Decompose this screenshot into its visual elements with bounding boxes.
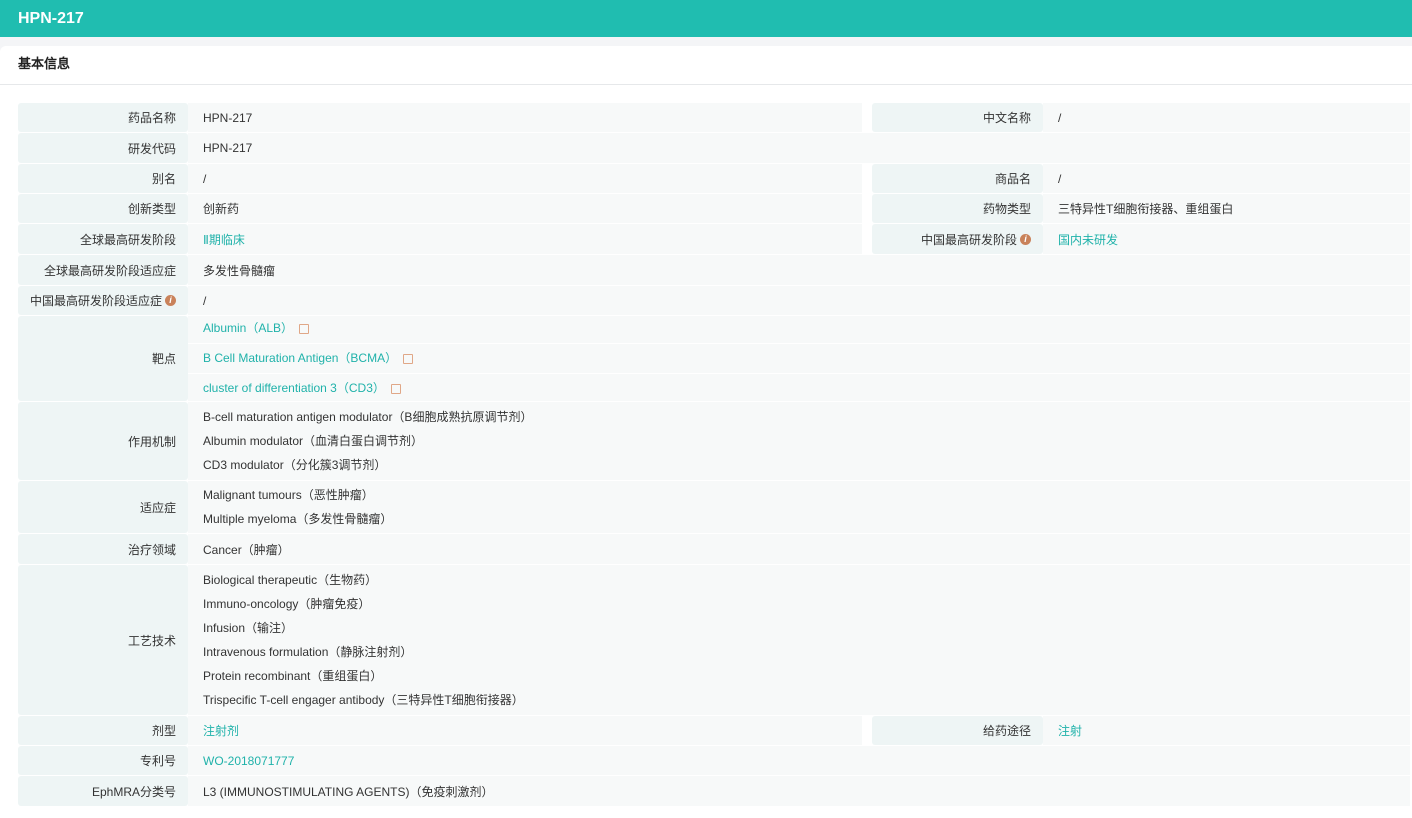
label-indications: 适应症 [18, 481, 188, 533]
route-link[interactable]: 注射 [1058, 722, 1410, 739]
label-trade-name: 商品名 [872, 164, 1043, 193]
label-drug-type: 药物类型 [872, 194, 1043, 223]
row-dev-code: 研发代码 HPN-217 [18, 133, 1410, 163]
row-drug-name: 药品名称 HPN-217 中文名称 / [18, 103, 1410, 132]
technology-item: Biological therapeutic（生物药） [203, 573, 378, 587]
label-china-stage-text: 中国最高研发阶段 [920, 232, 1017, 247]
drug-title: HPN-217 [18, 10, 84, 27]
label-drug-name: 药品名称 [18, 103, 188, 132]
value-drug-name: HPN-217 [188, 103, 862, 132]
value-chinese-name: / [1043, 103, 1410, 132]
target-link[interactable]: Albumin（ALB） [203, 321, 293, 335]
mechanism-item: CD3 modulator（分化簇3调节剂） [203, 458, 387, 472]
indication-item: Malignant tumours（恶性肿瘤） [203, 488, 374, 502]
technology-item: Trispecific T-cell engager antibody（三特异性… [203, 693, 524, 707]
info-icon[interactable]: i [1020, 233, 1031, 245]
row-indications: 适应症 Malignant tumours（恶性肿瘤） Multiple mye… [18, 481, 1410, 533]
value-dev-code: HPN-217 [188, 133, 1410, 163]
value-therapeutic-area: Cancer（肿瘤） [188, 534, 1410, 564]
row-global-indication: 全球最高研发阶段适应症 多发性骨髓瘤 [18, 255, 1410, 285]
row-therapeutic-area: 治疗领域 Cancer（肿瘤） [18, 534, 1410, 564]
technology-item: Infusion（输注） [203, 621, 294, 635]
global-stage-link[interactable]: Ⅱ期临床 [203, 231, 862, 248]
row-targets: 靶点 Albumin（ALB） B Cell Maturation Antige… [18, 316, 1410, 401]
value-alias: / [188, 164, 862, 193]
row-dosage: 剂型 注射剂 给药途径 注射 [18, 716, 1410, 745]
label-therapeutic-area: 治疗领域 [18, 534, 188, 564]
section-title: 基本信息 [0, 46, 1412, 85]
value-global-indication: 多发性骨髓瘤 [188, 255, 1410, 285]
value-ephmra: L3 (IMMUNOSTIMULATING AGENTS)（免疫刺激剂） [188, 776, 1410, 806]
value-drug-type: 三特异性T细胞衔接器、重组蛋白 [1043, 194, 1410, 223]
label-mechanism: 作用机制 [18, 402, 188, 480]
label-china-indication-text: 中国最高研发阶段适应症 [29, 294, 162, 308]
label-chinese-name: 中文名称 [872, 103, 1043, 132]
row-alias: 别名 / 商品名 / [18, 164, 1410, 193]
row-china-indication: 中国最高研发阶段适应症 i / [18, 286, 1410, 315]
label-dev-code: 研发代码 [18, 133, 188, 163]
label-china-indication: 中国最高研发阶段适应症 i [18, 286, 188, 315]
info-table: 药品名称 HPN-217 中文名称 / 研发代码 HPN-217 别名 / 商品… [18, 103, 1410, 807]
label-route: 给药途径 [872, 716, 1043, 745]
china-stage-link[interactable]: 国内未研发 [1058, 231, 1410, 248]
patent-link[interactable]: WO-2018071777 [203, 754, 1410, 768]
technology-item: Protein recombinant（重组蛋白） [203, 669, 383, 683]
target-item: B Cell Maturation Antigen（BCMA） [188, 344, 1410, 374]
technology-item: Immuno-oncology（肿瘤免疫） [203, 597, 371, 611]
label-dosage-form: 剂型 [18, 716, 188, 745]
label-china-stage: 中国最高研发阶段 i [872, 224, 1043, 254]
value-trade-name: / [1043, 164, 1410, 193]
row-technology: 工艺技术 Biological therapeutic（生物药） Immuno-… [18, 565, 1410, 715]
external-link-icon[interactable] [390, 383, 401, 394]
target-link[interactable]: B Cell Maturation Antigen（BCMA） [203, 351, 397, 365]
value-china-indication: / [188, 286, 1410, 315]
target-link[interactable]: cluster of differentiation 3（CD3） [203, 381, 385, 395]
external-link-icon[interactable] [299, 323, 310, 334]
page-header: HPN-217 [0, 0, 1412, 37]
label-technology: 工艺技术 [18, 565, 188, 715]
label-global-indication: 全球最高研发阶段适应症 [18, 255, 188, 285]
label-alias: 别名 [18, 164, 188, 193]
label-ephmra: EphMRA分类号 [18, 776, 188, 806]
dosage-form-link[interactable]: 注射剂 [203, 722, 862, 739]
row-stage: 全球最高研发阶段 Ⅱ期临床 中国最高研发阶段 i 国内未研发 [18, 224, 1410, 254]
label-innovation-type: 创新类型 [18, 194, 188, 223]
target-item: cluster of differentiation 3（CD3） [188, 374, 1410, 403]
indication-item: Multiple myeloma（多发性骨髓瘤） [203, 512, 393, 526]
value-innovation-type: 创新药 [188, 194, 862, 223]
row-innovation: 创新类型 创新药 药物类型 三特异性T细胞衔接器、重组蛋白 [18, 194, 1410, 223]
mechanism-item: Albumin modulator（血清白蛋白调节剂） [203, 434, 424, 448]
technology-item: Intravenous formulation（静脉注射剂） [203, 645, 413, 659]
row-ephmra: EphMRA分类号 L3 (IMMUNOSTIMULATING AGENTS)（… [18, 776, 1410, 806]
row-mechanism: 作用机制 B-cell maturation antigen modulator… [18, 402, 1410, 480]
target-item: Albumin（ALB） [188, 314, 1410, 344]
mechanism-item: B-cell maturation antigen modulator（B细胞成… [203, 410, 533, 424]
label-global-stage: 全球最高研发阶段 [18, 224, 188, 254]
label-targets: 靶点 [18, 316, 188, 401]
basic-info-card: 基本信息 药品名称 HPN-217 中文名称 / 研发代码 HPN-217 别名… [0, 46, 1412, 818]
external-link-icon[interactable] [403, 353, 414, 364]
info-icon[interactable]: i [165, 295, 176, 306]
row-patent: 专利号 WO-2018071777 [18, 746, 1410, 775]
label-patent: 专利号 [18, 746, 188, 775]
